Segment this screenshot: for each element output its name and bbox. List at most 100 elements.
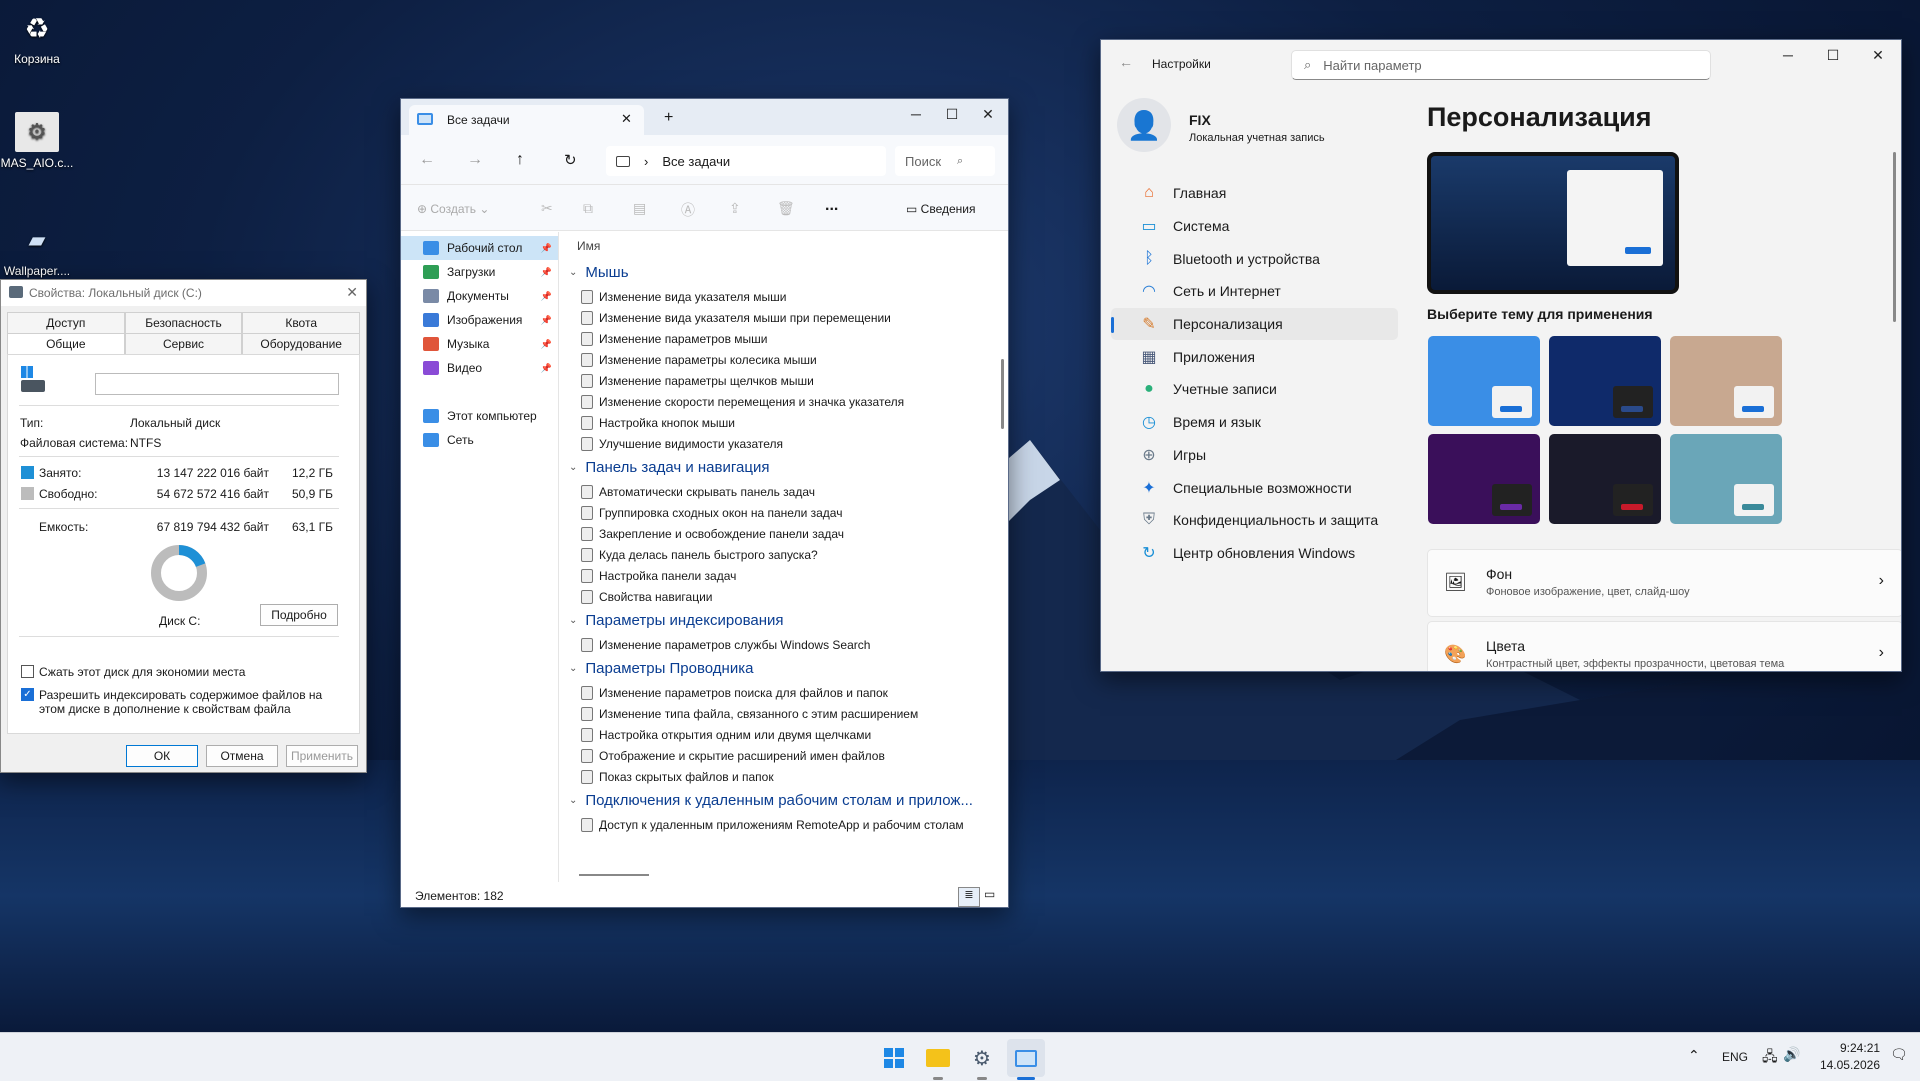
list-item[interactable]: Улучшение видимости указателя [561,433,991,454]
theme-tile[interactable] [1670,336,1782,426]
clock-date[interactable]: 14.05.2026 [1818,1058,1880,1072]
index-checkbox[interactable]: ✓ [21,688,34,701]
cut-icon[interactable]: ✂ [541,200,553,217]
avatar[interactable]: 👤 [1117,98,1171,152]
maximize-button[interactable]: ☐ [933,99,971,129]
desktop-icon-mas-aio[interactable]: ⚙ MAS_AIO.c... [0,112,74,170]
group-header[interactable]: ⌄ Параметры индексирования [561,607,991,634]
rename-icon[interactable]: Ⓐ [681,200,695,220]
list-item[interactable]: Изменение параметров службы Windows Sear… [561,634,991,655]
list-item[interactable]: Настройка открытия одним или двумя щелчк… [561,724,991,745]
settings-nav-item[interactable]: ↻ Центр обновления Windows [1111,537,1398,570]
list-item[interactable]: Изменение параметры щелчков мыши [561,370,991,391]
nav-item[interactable]: Загрузки 📌 [401,260,558,284]
nav-item[interactable]: Музыка 📌 [401,332,558,356]
group-header[interactable]: ⌄ Параметры Проводника [561,655,991,682]
tray-overflow-icon[interactable]: ⌃ [1688,1047,1700,1064]
cancel-button[interactable]: Отмена [206,745,278,767]
close-button[interactable]: ✕ [969,99,1007,129]
list-item[interactable]: Настройка кнопок мыши [561,412,991,433]
copy-icon[interactable]: ⧉ [583,200,593,217]
list-item[interactable]: Изменение вида указателя мыши при переме… [561,307,991,328]
notification-icon[interactable]: 🗨 [1890,1046,1908,1063]
ok-button[interactable]: ОК [126,745,198,767]
forward-icon[interactable]: → [467,151,483,169]
nav-item[interactable]: Изображения 📌 [401,308,558,332]
details-view-icon[interactable]: ≣ [958,887,980,907]
settings-nav-item[interactable]: ◷ Время и язык [1111,406,1398,439]
back-icon[interactable]: ← [1119,54,1133,70]
list-item[interactable]: Доступ к удаленным приложениям RemoteApp… [561,814,991,835]
theme-tile[interactable] [1428,434,1540,524]
desktop-icon-wallpaper[interactable]: ▰ Wallpaper.... [0,220,74,278]
up-icon[interactable]: ↑ [516,151,524,169]
background-card[interactable]: 🖼 Фон Фоновое изображение, цвет, слайд-ш… [1427,549,1901,617]
list-item[interactable]: Свойства навигации [561,586,991,607]
list-item[interactable]: Изменение параметры колесика мыши [561,349,991,370]
tab-service[interactable]: Сервис [124,333,243,355]
colors-card[interactable]: 🎨 Цвета Контрастный цвет, эффекты прозра… [1427,621,1901,671]
settings-scrollbar[interactable] [1893,152,1896,322]
list-item[interactable]: Изменение типа файла, связанного с этим … [561,703,991,724]
settings-search-box[interactable]: ⌕ Найти параметр [1291,50,1711,80]
settings-nav-item[interactable]: ✦ Специальные возможности [1111,471,1398,504]
tab-access[interactable]: Доступ [7,312,125,333]
list-item[interactable]: Автоматически скрывать панель задач [561,481,991,502]
group-header[interactable]: ⌄ Подключения к удаленным рабочим столам … [561,787,991,814]
theme-tile[interactable] [1549,336,1661,426]
tab-quota[interactable]: Квота [242,312,361,333]
create-button[interactable]: ⊕ Создать ⌄ [417,202,489,216]
delete-icon[interactable]: 🗑 [777,200,795,217]
settings-nav-item[interactable]: ✎ Персонализация [1111,307,1398,341]
list-item[interactable]: Изменение скорости перемещения и значка … [561,391,991,412]
search-box[interactable]: Поиск ⌕ [895,146,995,176]
tiles-view-icon[interactable]: ▭ [984,887,995,901]
volume-icon[interactable]: 🔊 [1783,1046,1800,1063]
language-indicator[interactable]: ENG [1722,1050,1748,1064]
volume-name-input[interactable] [95,373,339,395]
settings-nav-item[interactable]: ◠ Сеть и Интернет [1111,275,1398,308]
details-pane-button[interactable]: ▭ Сведения [906,202,976,216]
details-button[interactable]: Подробно [260,604,338,626]
settings-nav-item[interactable]: ▦ Приложения [1111,340,1398,373]
list-item[interactable]: Группировка сходных окон на панели задач [561,502,991,523]
nav-item[interactable]: Сеть [401,428,558,452]
settings-nav-item[interactable]: ● Учетные записи [1111,373,1398,406]
list-item[interactable]: Настройка панели задач [561,565,991,586]
theme-tile[interactable] [1549,434,1661,524]
nav-item[interactable]: Видео 📌 [401,356,558,380]
address-bar[interactable]: › Все задачи [606,146,886,176]
explorer-tab[interactable]: Все задачи [409,105,644,135]
more-options-icon[interactable]: ... [825,197,838,215]
nav-item[interactable]: Этот компьютер [401,404,558,428]
back-icon[interactable]: ← [419,151,435,169]
tab-close-icon[interactable]: ✕ [621,111,632,127]
horizontal-scrollbar[interactable] [579,874,649,876]
group-header[interactable]: ⌄ Панель задач и навигация [561,454,991,481]
start-button[interactable] [875,1039,913,1077]
compress-checkbox[interactable] [21,665,34,678]
settings-nav-item[interactable]: ⊕ Игры [1111,439,1398,472]
settings-nav-item[interactable]: ⌂ Главная [1111,177,1398,210]
theme-tile[interactable] [1428,336,1540,426]
list-item[interactable]: Изменение вида указателя мыши [561,286,991,307]
settings-nav-item[interactable]: ᛒ Bluetooth и устройства [1111,242,1398,275]
list-item[interactable]: Изменение параметров поиска для файлов и… [561,682,991,703]
control-panel-button[interactable] [1007,1039,1045,1077]
settings-nav-item[interactable]: ▭ Система [1111,210,1398,243]
settings-button[interactable]: ⚙ [963,1039,1001,1077]
list-item[interactable]: Изменение параметров мыши [561,328,991,349]
minimize-button[interactable]: ─ [897,99,935,129]
file-explorer-button[interactable] [919,1039,957,1077]
close-button[interactable]: ✕ [346,284,358,301]
list-item[interactable]: Куда делась панель быстрого запуска? [561,544,991,565]
nav-item[interactable]: Документы 📌 [401,284,558,308]
refresh-icon[interactable]: ↻ [564,151,577,169]
tab-general[interactable]: Общие [7,333,125,355]
tab-security[interactable]: Безопасность [124,312,243,333]
desktop-icon-recycle-bin[interactable]: ♻ Корзина [0,8,74,67]
list-item[interactable]: Показ скрытых файлов и папок [561,766,991,787]
network-icon[interactable]: 🖧 [1762,1046,1778,1070]
column-header-name[interactable]: Имя [577,239,600,253]
new-tab-icon[interactable]: + [664,109,673,127]
